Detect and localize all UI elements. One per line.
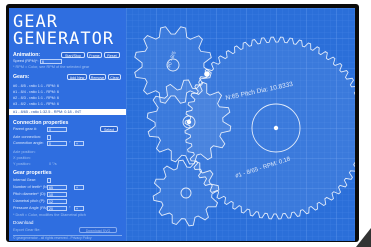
speed-label: Speed (RPM)*: [13, 59, 39, 63]
internal-gear-label: Internal Gear: [13, 178, 37, 182]
footer-text: © geargenerator - all rights reserved - … [13, 236, 92, 240]
gear-properties-heading: Gear properties [13, 170, 52, 176]
pressure-angle-input[interactable]: 20 [47, 205, 67, 211]
axle-connection-checkbox[interactable] [47, 134, 51, 140]
pitch-diameter-input[interactable]: 10 [47, 191, 67, 197]
diametral-pitch-input[interactable]: 12 [47, 198, 67, 204]
gear-center-dot[interactable] [204, 71, 210, 77]
reset-button[interactable]: Reset [104, 52, 120, 58]
axle-connection-label: Axle connection: [13, 135, 41, 139]
gear-list-item[interactable]: #3 - 8/2 - ratio 1:1 - RPM: 6 [13, 102, 59, 106]
teeth-input[interactable]: 65 [47, 184, 67, 190]
connection-heading: Connection properties [13, 120, 69, 126]
control-panel: GEAR GENERATOR Animation: Start/Stop Fra… [9, 8, 126, 241]
teeth-stepper[interactable]: + [74, 184, 84, 190]
internal-gear-checkbox[interactable] [47, 177, 51, 183]
gear-list-item[interactable]: #0 - 8/5 - ratio 1:1 - RPM: 6 [13, 84, 59, 88]
start-stop-button[interactable]: Start/Stop [61, 52, 85, 58]
footer-divider [13, 234, 122, 235]
gear-center-dot[interactable] [186, 119, 192, 125]
speed-input[interactable]: 6 [40, 58, 62, 64]
x-position-label: X position: [13, 156, 31, 160]
frame-button[interactable]: Frame [87, 52, 102, 58]
speed-note: * RPM = Color, see RPM of the selected g… [13, 65, 90, 69]
animation-heading: Animation: [13, 52, 41, 58]
pressure-stepper[interactable]: + [74, 205, 84, 211]
download-heading: Download [13, 220, 34, 225]
parent-gear-label: Parent gear #: [13, 127, 38, 131]
connection-angle-input[interactable]: 0 [47, 140, 67, 146]
y-position-label: Y position: [13, 162, 31, 166]
pitch-diameter-label: Pitch diameter* (D): [13, 192, 47, 196]
pressure-unit: ° [69, 206, 71, 210]
gear-list-item-selected[interactable]: #1 - 8/65 - ratio 1:32.5 - RPM: 0.18 - I… [9, 109, 126, 115]
gear-drawing: N:65 Pitch Dia: 10.8333 #1 - 8/65 - RPM:… [126, 8, 355, 241]
y-position-value: 0 °/s [49, 162, 57, 166]
clear-button[interactable]: Clear [108, 74, 121, 80]
gear-center-dot[interactable] [273, 125, 279, 131]
gear-list-item[interactable]: #2 - 8/3 - ratio 1:1 - RPM: 6 [13, 96, 59, 100]
pressure-angle-label: Pressure Angle (PA): [13, 206, 49, 210]
axle-position-label: Axle position: [13, 150, 36, 154]
teeth-label: Number of teeth* (N): [13, 185, 50, 189]
draft-note: * Draft = Color, modifies the Diametral … [13, 213, 86, 217]
app-title-line2: GENERATOR [13, 29, 115, 49]
plus-icon: + [76, 141, 79, 146]
angle-unit: ° [69, 141, 71, 145]
corner-stand [356, 228, 371, 247]
angle-stepper[interactable]: + [74, 140, 84, 146]
diametral-pitch-label: Diametral pitch (P): [13, 199, 46, 203]
gears-heading: Gears: [13, 74, 30, 80]
export-gear-label: Export Gear file: [13, 228, 41, 232]
download-svg-button[interactable]: Download SVG [79, 227, 117, 233]
connection-angle-label: Connection angle: [13, 141, 44, 145]
add-new-button[interactable]: Add New [67, 74, 87, 80]
gear-canvas[interactable]: N:65 Pitch Dia: 10.8333 #1 - 8/65 - RPM:… [126, 8, 355, 241]
select-button[interactable]: Select [100, 126, 118, 132]
plus-icon: + [76, 206, 79, 211]
remove-button[interactable]: Remove [89, 74, 106, 80]
plus-icon: + [76, 185, 79, 190]
parent-gear-input[interactable]: 0 [47, 126, 67, 132]
gear-list-item[interactable]: #1 - 8/4 - ratio 1:1 - RPM: 6 [13, 90, 59, 94]
